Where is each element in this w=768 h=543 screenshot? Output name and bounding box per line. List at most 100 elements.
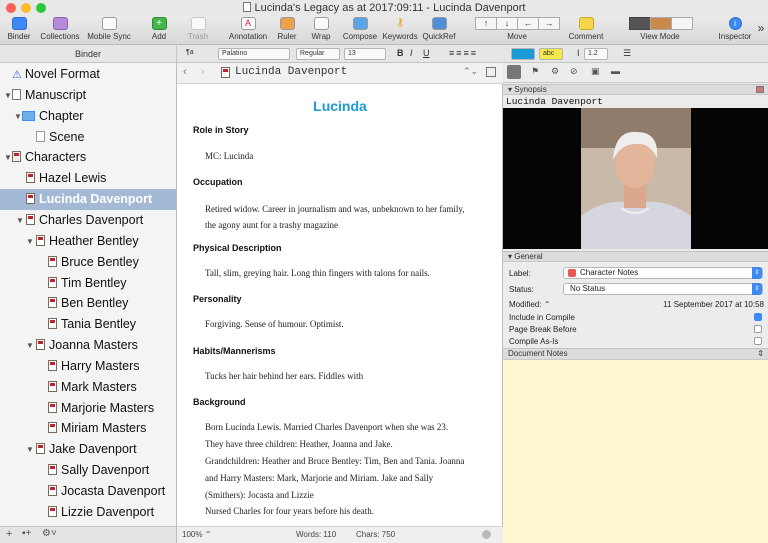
wrap-button[interactable]: Wrap bbox=[306, 17, 336, 41]
binder-item[interactable]: Mark Masters bbox=[48, 377, 137, 398]
move-control[interactable]: ↑ ↓ ← → Move bbox=[471, 17, 563, 41]
binder-item[interactable]: Tim Bentley bbox=[48, 273, 127, 294]
align-center-icon[interactable]: ≡ bbox=[456, 48, 463, 58]
highlight-color-well[interactable]: abc bbox=[539, 48, 563, 60]
links-tab-icon[interactable]: ⊘ bbox=[570, 66, 578, 77]
zoom-window-button[interactable] bbox=[36, 3, 46, 13]
document-notes-area[interactable] bbox=[503, 360, 768, 543]
binder-item[interactable]: Joanna Masters bbox=[36, 335, 138, 356]
general-header[interactable]: ▾ General bbox=[503, 251, 768, 262]
navigate-up-down-icon[interactable]: ⌃⌄ bbox=[463, 66, 478, 77]
binder-item[interactable]: Lizzie Davenport bbox=[48, 502, 154, 523]
binder-button[interactable]: Binder bbox=[2, 17, 36, 41]
annotation-button[interactable]: A Annotation bbox=[228, 17, 268, 41]
move-down-icon[interactable]: ↓ bbox=[496, 17, 518, 30]
trash-button[interactable]: Trash bbox=[184, 17, 212, 41]
synopsis-image-toggle-icon[interactable] bbox=[756, 86, 764, 93]
collections-button[interactable]: Collections bbox=[36, 17, 84, 41]
include-compile-checkbox[interactable] bbox=[754, 313, 762, 321]
close-window-button[interactable] bbox=[6, 3, 16, 13]
disclosure-triangle-icon[interactable]: ▼ bbox=[4, 91, 12, 100]
binder-item[interactable]: Lucinda Davenport bbox=[0, 189, 176, 211]
disclosure-triangle-icon[interactable]: ▼ bbox=[4, 153, 12, 162]
font-size-select[interactable]: 13 bbox=[344, 48, 386, 60]
binder-item[interactable]: Jake Davenport bbox=[36, 439, 137, 460]
add-item-icon[interactable]: + bbox=[6, 528, 12, 540]
add-button[interactable]: + Add bbox=[144, 17, 174, 41]
mobile-sync-button[interactable]: Mobile Sync bbox=[84, 17, 134, 41]
target-progress-icon[interactable] bbox=[482, 530, 491, 539]
binder-item[interactable]: ⚠ Novel Format bbox=[12, 64, 100, 85]
disclosure-triangle-icon[interactable]: ▼ bbox=[26, 341, 34, 350]
page-break-checkbox[interactable] bbox=[754, 325, 762, 333]
disclosure-triangle-icon[interactable]: ▼ bbox=[16, 216, 24, 225]
alignment-control[interactable]: ≡≡≡≡ bbox=[446, 48, 494, 60]
disclosure-triangle-icon[interactable]: ▼ bbox=[26, 237, 34, 246]
synopsis-title[interactable]: Lucinda Davenport bbox=[506, 96, 603, 107]
binder-item[interactable]: Ben Bentley bbox=[48, 293, 128, 314]
forward-arrow-icon[interactable]: › bbox=[201, 66, 205, 78]
underline-button[interactable]: U bbox=[420, 48, 433, 60]
binder-item[interactable]: Charles Davenport bbox=[26, 210, 143, 231]
bold-button[interactable]: B bbox=[394, 48, 407, 60]
move-right-icon[interactable]: → bbox=[538, 17, 560, 30]
quickref-button[interactable]: QuickRef bbox=[422, 17, 456, 41]
italic-button[interactable]: I bbox=[407, 48, 416, 60]
metadata-tab-icon[interactable]: ⚙ bbox=[551, 66, 559, 77]
font-weight-select[interactable]: Regular bbox=[296, 48, 340, 60]
notes-tab-icon[interactable] bbox=[507, 65, 521, 79]
outliner-view-icon[interactable] bbox=[670, 17, 693, 30]
binder-item[interactable]: Harry Masters bbox=[48, 356, 139, 377]
comments-tab-icon[interactable]: ▬ bbox=[611, 66, 620, 76]
comment-button[interactable]: Comment bbox=[568, 17, 604, 41]
align-right-icon[interactable]: ≡ bbox=[464, 48, 471, 58]
split-editor-icon[interactable] bbox=[486, 67, 496, 77]
compile-as-is-checkbox[interactable] bbox=[754, 337, 762, 345]
document-notes-header[interactable]: Document Notes ⇕ bbox=[503, 348, 768, 360]
minimize-window-button[interactable] bbox=[21, 3, 31, 13]
align-justify-icon[interactable]: ≡ bbox=[471, 48, 478, 58]
binder-item[interactable]: Tania Bentley bbox=[48, 314, 136, 335]
document-proxy-icon[interactable] bbox=[242, 2, 251, 12]
binder-item[interactable]: Chapter bbox=[22, 106, 83, 127]
label-select[interactable]: Character Notes ⇕ bbox=[563, 267, 763, 279]
inspector-button[interactable]: i Inspector bbox=[716, 17, 754, 41]
binder-item[interactable]: Hazel Lewis bbox=[26, 168, 106, 189]
editor-header-title[interactable]: Lucinda Davenport bbox=[235, 66, 347, 78]
settings-gear-icon[interactable]: ⚙˅ bbox=[42, 528, 57, 539]
synopsis-header[interactable]: ▾ Synopsis bbox=[503, 84, 768, 95]
binder-item[interactable]: Heather Bentley bbox=[36, 231, 139, 252]
font-family-select[interactable]: Palatino bbox=[218, 48, 290, 60]
list-menu-icon[interactable]: ☰ bbox=[620, 48, 634, 60]
view-mode-control[interactable]: View Mode bbox=[618, 17, 702, 41]
disclosure-triangle-icon[interactable]: ▼ bbox=[26, 445, 34, 454]
toolbar-overflow-button[interactable]: » bbox=[756, 21, 766, 35]
move-up-icon[interactable]: ↑ bbox=[475, 17, 497, 30]
disclosure-triangle-icon[interactable]: ▼ bbox=[14, 112, 22, 121]
snapshots-tab-icon[interactable]: ▣ bbox=[591, 66, 600, 77]
binder-item[interactable]: Scene bbox=[36, 127, 84, 148]
status-select[interactable]: No Status ⇕ bbox=[563, 283, 763, 295]
scrivenings-view-icon[interactable] bbox=[628, 17, 651, 30]
binder-item[interactable]: Marjorie Masters bbox=[48, 398, 154, 419]
keywords-button[interactable]: ⚷ Keywords bbox=[382, 17, 418, 41]
synopsis-photo[interactable] bbox=[503, 108, 768, 249]
binder-item[interactable]: Manuscript bbox=[12, 85, 86, 106]
modified-caption[interactable]: Modified: ⌃ bbox=[509, 300, 550, 309]
ruler-button[interactable]: Ruler bbox=[272, 17, 302, 41]
back-arrow-icon[interactable]: ‹ bbox=[183, 66, 187, 78]
add-folder-icon[interactable]: ▪+ bbox=[22, 528, 31, 539]
compose-button[interactable]: Compose bbox=[340, 17, 380, 41]
corkboard-view-icon[interactable] bbox=[649, 17, 672, 30]
binder-item[interactable]: Bruce Bentley bbox=[48, 252, 139, 273]
binder-item[interactable]: Characters bbox=[12, 147, 86, 168]
binder-item[interactable]: Sally Davenport bbox=[48, 460, 149, 481]
binder-item[interactable]: Jocasta Davenport bbox=[48, 481, 165, 502]
move-left-icon[interactable]: ← bbox=[517, 17, 539, 30]
binder-item[interactable]: Miriam Masters bbox=[48, 418, 146, 439]
paragraph-style-menu[interactable]: ¶a bbox=[183, 48, 197, 60]
line-spacing-select[interactable]: 1.2 bbox=[584, 48, 608, 60]
zoom-select[interactable]: 100% ⌃ bbox=[182, 530, 211, 539]
text-color-well[interactable] bbox=[511, 48, 535, 60]
bookmarks-tab-icon[interactable]: ⚑ bbox=[531, 66, 539, 77]
